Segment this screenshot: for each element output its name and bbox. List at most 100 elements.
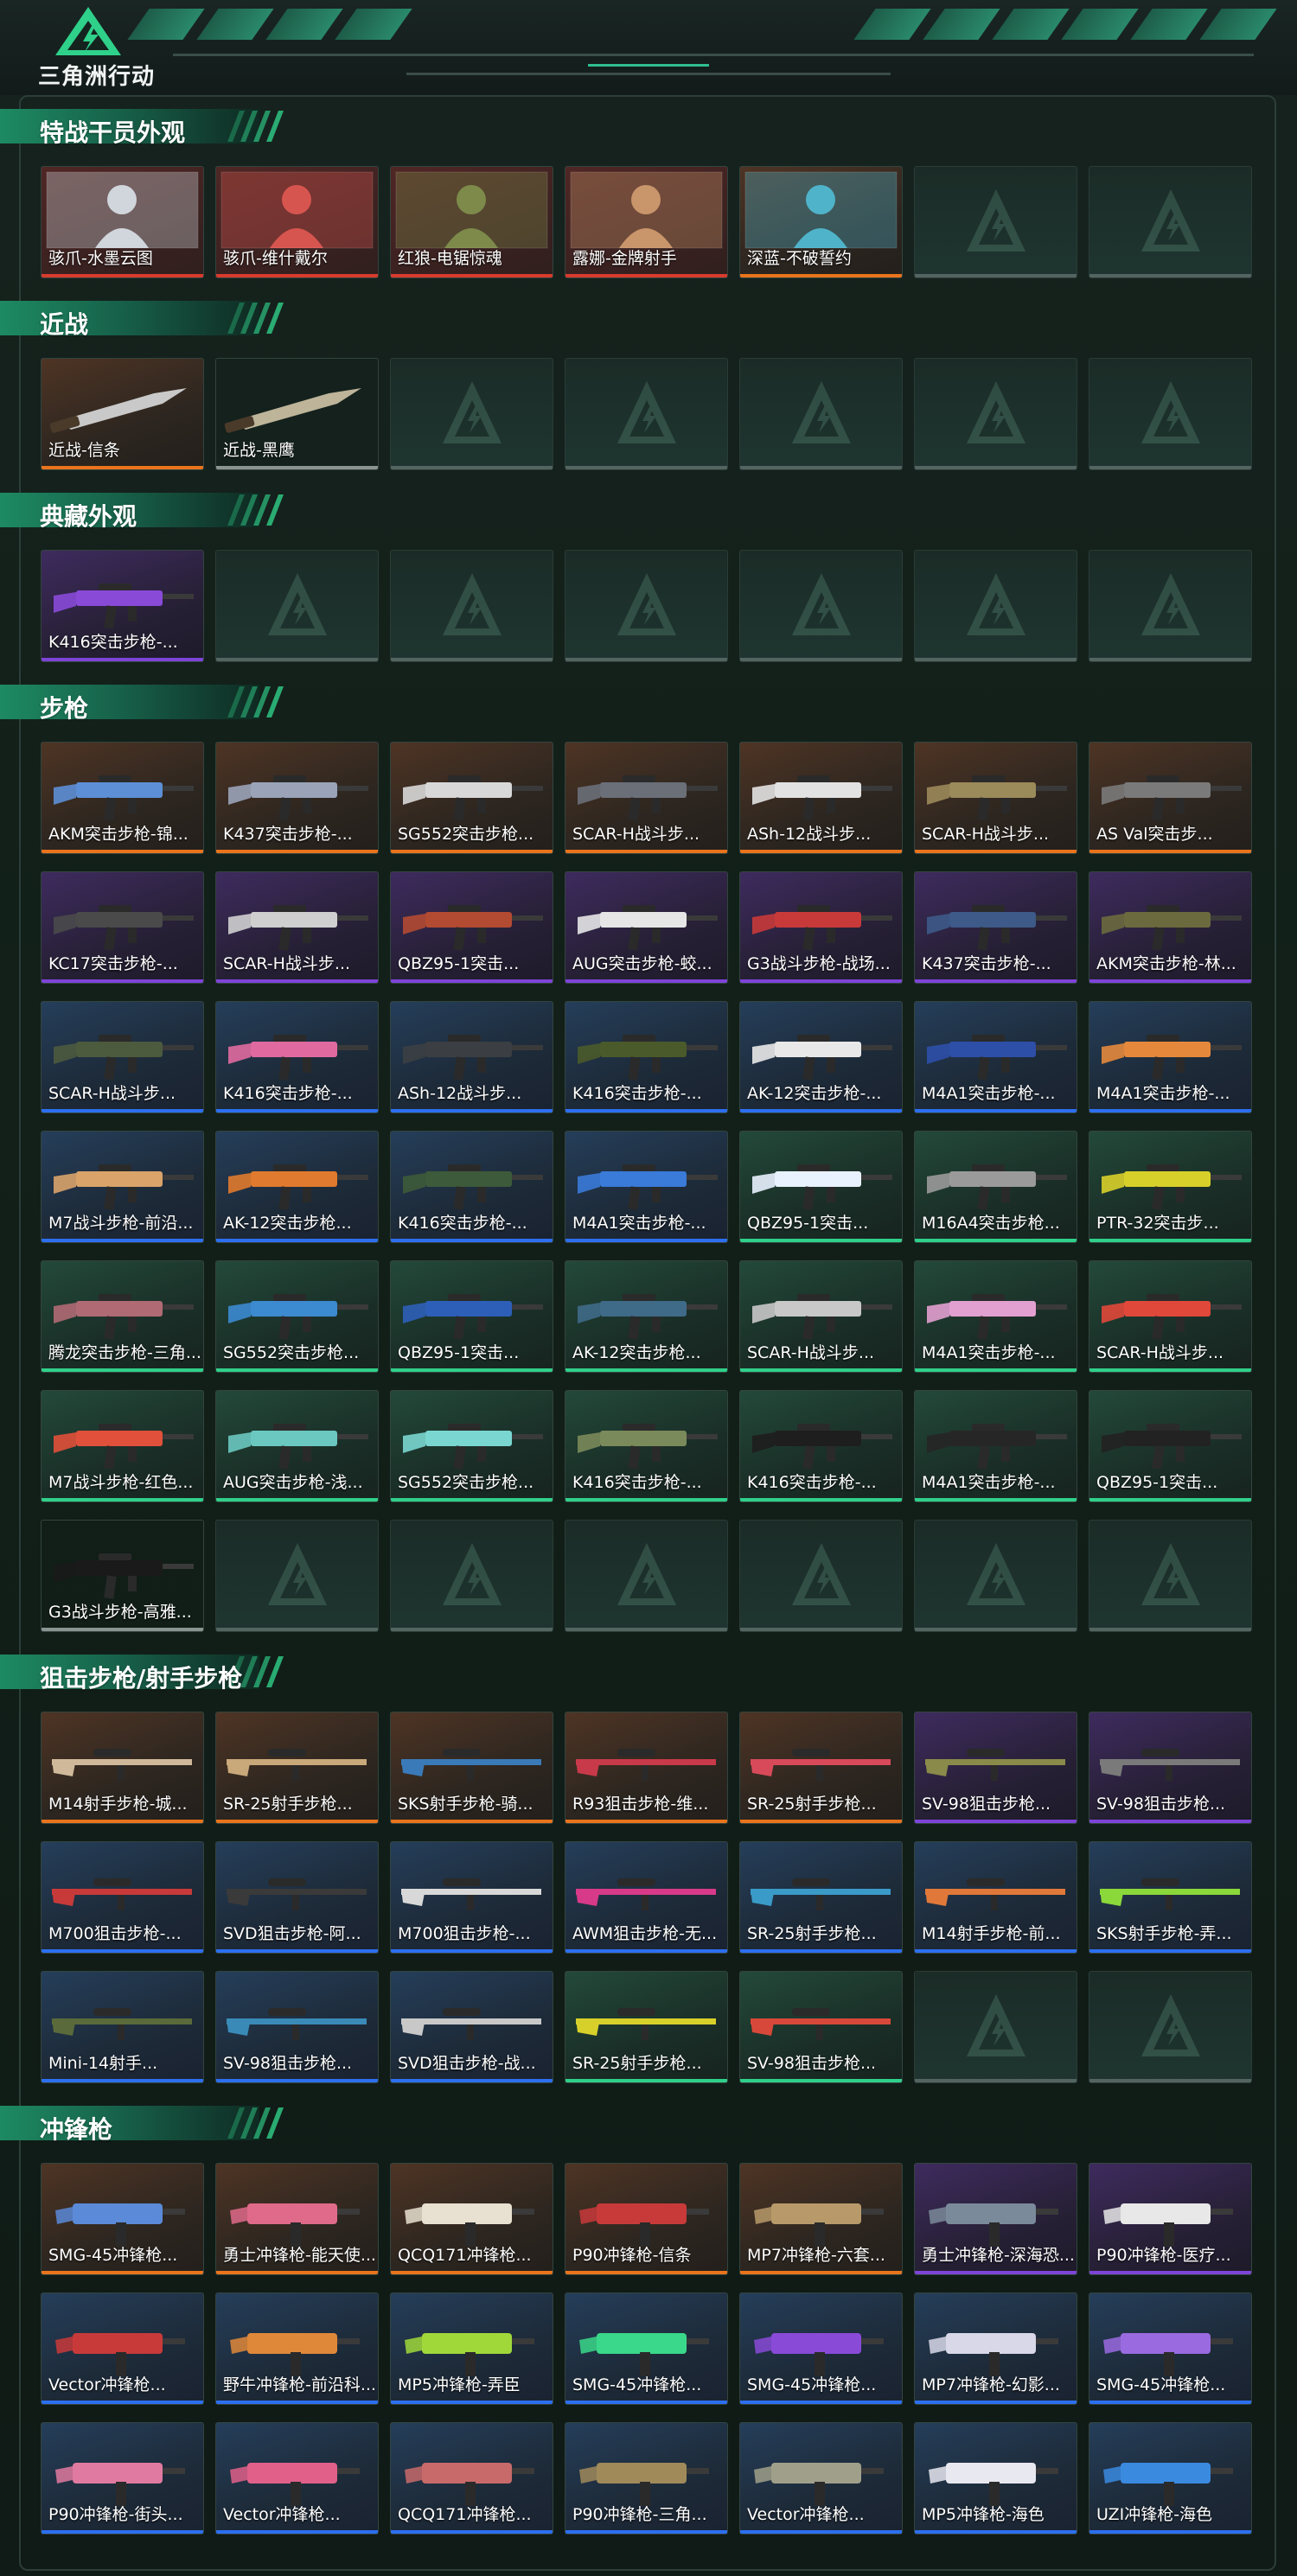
skin-card[interactable]: SV-98狙击步枪... <box>914 1712 1077 1824</box>
skin-card[interactable]: 露娜-金牌射手 <box>565 166 728 278</box>
skin-card[interactable]: QBZ95-1突击... <box>1089 1390 1252 1502</box>
skin-card[interactable]: 深蓝-不破誓约 <box>739 166 903 278</box>
skin-card[interactable]: 勇士冲锋枪-深海恐... <box>914 2163 1077 2275</box>
skin-card[interactable]: M4A1突击步枪-... <box>914 1001 1077 1113</box>
skin-card[interactable]: P90冲锋枪-三角... <box>565 2422 728 2535</box>
skin-card[interactable]: SV-98狙击步枪... <box>215 1971 379 2083</box>
skin-card[interactable]: K416突击步枪-... <box>41 550 204 662</box>
skin-card[interactable]: SMG-45冲锋枪... <box>739 2292 903 2405</box>
skin-card[interactable]: K416突击步枪-... <box>565 1390 728 1502</box>
skin-card[interactable]: QCQ171冲锋枪... <box>390 2163 553 2275</box>
skin-card[interactable]: M4A1突击步枪-... <box>565 1131 728 1243</box>
skin-card[interactable]: M14射手步枪-城... <box>41 1712 204 1824</box>
rarity-bar <box>915 2401 1077 2404</box>
skin-card[interactable]: MP7冲锋枪-六套... <box>739 2163 903 2275</box>
skin-card[interactable]: M4A1突击步枪-... <box>1089 1001 1252 1113</box>
skin-card[interactable]: SKS射手步枪-弄... <box>1089 1841 1252 1954</box>
skin-card[interactable]: 红狼-电锯惊魂 <box>390 166 553 278</box>
skin-card[interactable]: 勇士冲锋枪-能天使... <box>215 2163 379 2275</box>
skin-card[interactable]: SKS射手步枪-骑... <box>390 1712 553 1824</box>
skin-card[interactable]: SCAR-H战斗步... <box>215 871 379 984</box>
skin-card[interactable]: AK-12突击步枪-... <box>739 1001 903 1113</box>
skin-card[interactable]: M7战斗步枪-红色... <box>41 1390 204 1502</box>
skin-card[interactable]: QBZ95-1突击... <box>390 1260 553 1373</box>
skin-card[interactable]: MP7冲锋枪-幻影... <box>914 2292 1077 2405</box>
skin-card[interactable]: K416突击步枪-... <box>565 1001 728 1113</box>
rarity-bar <box>42 274 203 277</box>
skin-card[interactable]: SVD狙击步枪-阿... <box>215 1841 379 1954</box>
skin-card[interactable]: SCAR-H战斗步... <box>41 1001 204 1113</box>
skin-card[interactable]: SCAR-H战斗步... <box>739 1260 903 1373</box>
skin-card[interactable]: M700狙击步枪-... <box>41 1841 204 1954</box>
skin-card[interactable]: K416突击步枪-... <box>739 1390 903 1502</box>
skin-card[interactable]: SCAR-H战斗步... <box>914 742 1077 854</box>
rarity-bar <box>565 1109 727 1113</box>
skin-card[interactable]: SCAR-H战斗步... <box>1089 1260 1252 1373</box>
skin-card[interactable]: G3战斗步枪-高雅... <box>41 1520 204 1632</box>
skin-card[interactable]: SR-25射手步枪... <box>215 1712 379 1824</box>
skin-card[interactable]: K416突击步枪-... <box>215 1001 379 1113</box>
skin-card[interactable]: AK-12突击步枪... <box>215 1131 379 1243</box>
skin-card[interactable]: ASh-12战斗步... <box>739 742 903 854</box>
skin-card[interactable]: Vector冲锋枪... <box>41 2292 204 2405</box>
skin-card[interactable]: Vector冲锋枪... <box>739 2422 903 2535</box>
skin-card[interactable]: AUG突击步枪-浅... <box>215 1390 379 1502</box>
skin-card[interactable]: 近战-信条 <box>41 358 204 470</box>
skin-card[interactable]: M4A1突击步枪-... <box>914 1260 1077 1373</box>
skin-card[interactable]: 骇爪-水墨云图 <box>41 166 204 278</box>
skin-card[interactable]: SG552突击步枪... <box>390 742 553 854</box>
skin-name: P90冲锋枪-三角... <box>572 2505 707 2524</box>
skin-card[interactable]: QBZ95-1突击... <box>390 871 553 984</box>
skin-card[interactable]: SMG-45冲锋枪... <box>565 2292 728 2405</box>
skin-card[interactable]: Mini-14射手... <box>41 1971 204 2083</box>
skin-card[interactable]: AUG突击步枪-蛟... <box>565 871 728 984</box>
skin-card[interactable]: SG552突击步枪... <box>215 1260 379 1373</box>
skin-card[interactable]: SR-25射手步枪... <box>739 1841 903 1954</box>
skin-card[interactable]: PTR-32突击步... <box>1089 1131 1252 1243</box>
skin-name: 红狼-电锯惊魂 <box>398 249 502 268</box>
skin-card[interactable]: AK-12突击步枪... <box>565 1260 728 1373</box>
skin-card[interactable]: QCQ171冲锋枪... <box>390 2422 553 2535</box>
skin-card[interactable]: MP5冲锋枪-海色 <box>914 2422 1077 2535</box>
skin-card[interactable]: 野牛冲锋枪-前沿科... <box>215 2292 379 2405</box>
skin-card[interactable]: QBZ95-1突击... <box>739 1131 903 1243</box>
skin-card[interactable]: SR-25射手步枪... <box>565 1971 728 2083</box>
skin-card[interactable]: P90冲锋枪-信条 <box>565 2163 728 2275</box>
skin-card[interactable]: K437突击步枪-... <box>914 871 1077 984</box>
empty-slot <box>914 550 1077 662</box>
skin-card[interactable]: M700狙击步枪-... <box>390 1841 553 1954</box>
skin-card[interactable]: M7战斗步枪-前沿... <box>41 1131 204 1243</box>
skin-card[interactable]: AKM突击步枪-锦... <box>41 742 204 854</box>
skin-card[interactable]: R93狙击步枪-维... <box>565 1712 728 1824</box>
skin-card[interactable]: SMG-45冲锋枪... <box>41 2163 204 2275</box>
skin-card[interactable]: AWM狙击步枪-无... <box>565 1841 728 1954</box>
skin-card[interactable]: 骇爪-维什戴尔 <box>215 166 379 278</box>
skin-card[interactable]: ASh-12战斗步... <box>390 1001 553 1113</box>
skin-card[interactable]: K416突击步枪-... <box>390 1131 553 1243</box>
skin-card[interactable]: G3战斗步枪-战场... <box>739 871 903 984</box>
skin-card[interactable]: SV-98狙击步枪... <box>1089 1712 1252 1824</box>
skin-card[interactable]: M4A1突击步枪-... <box>914 1390 1077 1502</box>
skin-card[interactable]: Vector冲锋枪... <box>215 2422 379 2535</box>
rarity-bar <box>915 658 1077 661</box>
skin-card[interactable]: SR-25射手步枪... <box>739 1712 903 1824</box>
skin-card[interactable]: 近战-黑鹰 <box>215 358 379 470</box>
skin-card[interactable]: M14射手步枪-前... <box>914 1841 1077 1954</box>
skin-card[interactable]: SVD狙击步枪-战... <box>390 1971 553 2083</box>
skin-card[interactable]: M16A4突击步枪... <box>914 1131 1077 1243</box>
skin-card[interactable]: KC17突击步枪-... <box>41 871 204 984</box>
skin-card[interactable]: AS Val突击步... <box>1089 742 1252 854</box>
rarity-bar <box>216 1628 378 1631</box>
skin-card[interactable]: SMG-45冲锋枪... <box>1089 2292 1252 2405</box>
skin-card[interactable]: SV-98狙击步枪... <box>739 1971 903 2083</box>
skin-card[interactable]: AKM突击步枪-林... <box>1089 871 1252 984</box>
skin-card[interactable]: UZI冲锋枪-海色 <box>1089 2422 1252 2535</box>
skin-card[interactable]: MP5冲锋枪-弄臣 <box>390 2292 553 2405</box>
skin-card[interactable]: 腾龙突击步枪-三角... <box>41 1260 204 1373</box>
skin-card[interactable]: P90冲锋枪-医疗... <box>1089 2163 1252 2275</box>
skin-card[interactable]: K437突击步枪-... <box>215 742 379 854</box>
skin-card[interactable]: SCAR-H战斗步... <box>565 742 728 854</box>
skin-card[interactable]: P90冲锋枪-街头... <box>41 2422 204 2535</box>
skin-name: MP7冲锋枪-幻影... <box>922 2375 1060 2394</box>
skin-card[interactable]: SG552突击步枪... <box>390 1390 553 1502</box>
